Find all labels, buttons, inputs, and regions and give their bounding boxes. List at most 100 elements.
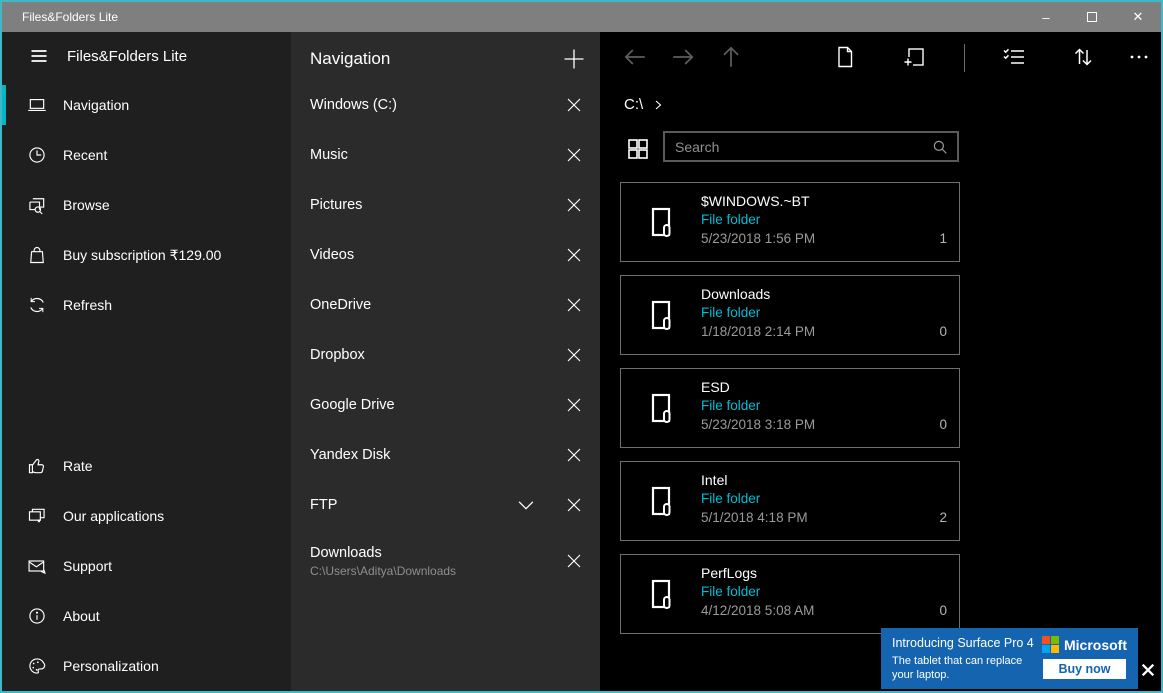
navigation-panel-title: Navigation [310, 49, 558, 69]
remove-nav-item-button[interactable] [558, 439, 590, 471]
sidebar-item-label: Navigation [63, 97, 129, 113]
nav-item-music[interactable]: Music [291, 130, 600, 180]
sidebar-item-personalization[interactable]: Personalization [2, 641, 291, 691]
new-file-button[interactable] [831, 43, 859, 71]
new-folder-button[interactable] [900, 43, 928, 71]
remove-nav-item-button[interactable] [558, 189, 590, 221]
minimize-button[interactable]: – [1023, 2, 1069, 32]
sidebar-item-browse[interactable]: Browse [2, 180, 291, 230]
hamburger-menu-button[interactable] [27, 40, 51, 72]
apps-icon [27, 506, 47, 526]
search-box [663, 131, 959, 162]
nav-item-downloads[interactable]: Downloads C:\Users\Aditya\Downloads [291, 530, 600, 592]
file-date: 1/18/2018 2:14 PM [701, 324, 815, 339]
remove-nav-item-button[interactable] [558, 389, 590, 421]
info-icon [27, 606, 47, 626]
search-icon[interactable] [931, 138, 957, 156]
file-type: File folder [701, 212, 760, 227]
nav-item-videos[interactable]: Videos [291, 230, 600, 280]
multi-select-button[interactable] [1000, 43, 1028, 71]
sidebar-item-about[interactable]: About [2, 591, 291, 641]
app-window: Files&Folders Lite – ✕ Files&Folders Lit… [0, 0, 1163, 693]
file-row-perflogs[interactable]: PerfLogs File folder 4/12/2018 5:08 AM 0 [620, 554, 960, 634]
remove-nav-item-button[interactable] [558, 239, 590, 271]
nav-item-name: Downloads [310, 545, 558, 561]
file-row-downloads[interactable]: Downloads File folder 1/18/2018 2:14 PM … [620, 275, 960, 355]
forward-button[interactable] [669, 43, 697, 71]
close-icon [565, 496, 583, 514]
file-row-esd[interactable]: ESD File folder 5/23/2018 3:18 PM 0 [620, 368, 960, 448]
sidebar-item-recent[interactable]: Recent [2, 130, 291, 180]
ad-close-button[interactable] [1140, 662, 1156, 678]
ad-banner[interactable]: Introducing Surface Pro 4 The tablet tha… [881, 628, 1138, 689]
sidebar-item-our-applications[interactable]: Our applications [2, 491, 291, 541]
remove-nav-item-button[interactable] [558, 139, 590, 171]
palette-icon [27, 656, 47, 676]
buy-now-button[interactable]: Buy now [1043, 659, 1125, 679]
close-button[interactable]: ✕ [1115, 2, 1161, 32]
remove-nav-item-button[interactable] [558, 545, 590, 577]
browse-icon [27, 195, 47, 215]
back-button[interactable] [621, 43, 649, 71]
nav-item-yandex-disk[interactable]: Yandex Disk [291, 430, 600, 480]
remove-nav-item-button[interactable] [558, 339, 590, 371]
remove-nav-item-button[interactable] [558, 289, 590, 321]
file-type: File folder [701, 491, 760, 506]
sidebar-item-label: About [63, 608, 100, 624]
nav-item-ftp[interactable]: FTP [291, 480, 600, 530]
nav-item-dropbox[interactable]: Dropbox [291, 330, 600, 380]
nav-item-pictures[interactable]: Pictures [291, 180, 600, 230]
file-type: File folder [701, 398, 760, 413]
chevron-right-icon [652, 99, 664, 111]
more-button[interactable] [1125, 43, 1153, 71]
folder-icon [650, 299, 674, 331]
sidebar-item-refresh[interactable]: Refresh [2, 280, 291, 330]
new-folder-icon [901, 44, 927, 70]
file-date: 5/23/2018 3:18 PM [701, 417, 815, 432]
maximize-button[interactable] [1069, 2, 1115, 32]
nav-item-path: C:\Users\Aditya\Downloads [310, 564, 558, 578]
microsoft-logo-icon [1042, 636, 1059, 653]
file-list: $WINDOWS.~BT File folder 5/23/2018 1:56 … [620, 182, 960, 647]
grid-view-icon [626, 137, 650, 161]
sidebar-item-rate[interactable]: Rate [2, 441, 291, 491]
expand-ftp-button[interactable] [510, 489, 542, 521]
breadcrumb-drive[interactable]: C:\ [624, 96, 643, 113]
back-icon [622, 44, 648, 70]
close-icon: ✕ [1133, 9, 1144, 25]
close-icon [565, 246, 583, 264]
folder-icon [650, 578, 674, 610]
nav-item-onedrive[interactable]: OneDrive [291, 280, 600, 330]
file-name: Intel [701, 472, 727, 488]
file-row-intel[interactable]: Intel File folder 5/1/2018 4:18 PM 2 [620, 461, 960, 541]
remove-nav-item-button[interactable] [558, 489, 590, 521]
grid-view-button[interactable] [622, 133, 654, 165]
sort-button[interactable] [1069, 43, 1097, 71]
nav-item-windows-c[interactable]: Windows (C:) [291, 80, 600, 130]
refresh-icon [27, 295, 47, 315]
sidebar-item-support[interactable]: Support [2, 541, 291, 591]
sidebar-item-label: Browse [63, 197, 110, 213]
minimize-icon: – [1042, 10, 1049, 25]
close-icon [565, 446, 583, 464]
remove-nav-item-button[interactable] [558, 89, 590, 121]
file-row-windows-bt[interactable]: $WINDOWS.~BT File folder 5/23/2018 1:56 … [620, 182, 960, 262]
navigation-panel-header: Navigation [291, 32, 600, 80]
microsoft-wordmark: Microsoft [1064, 637, 1127, 653]
breadcrumb[interactable]: C:\ [624, 96, 664, 113]
forward-icon [670, 44, 696, 70]
close-icon [565, 346, 583, 364]
multi-select-icon [1001, 44, 1027, 70]
search-input[interactable] [665, 139, 931, 155]
sidebar-item-buy-subscription[interactable]: Buy subscription ₹129.00 [2, 230, 291, 280]
up-arrow-icon [718, 44, 744, 70]
title-bar: Files&Folders Lite – ✕ [2, 2, 1161, 32]
add-location-button[interactable] [558, 43, 590, 75]
sidebar-item-navigation[interactable]: Navigation [2, 80, 291, 130]
sidebar-app-title: Files&Folders Lite [67, 48, 187, 65]
up-button[interactable] [717, 43, 745, 71]
folder-icon [650, 485, 674, 517]
close-icon [565, 396, 583, 414]
nav-item-google-drive[interactable]: Google Drive [291, 380, 600, 430]
file-item-count: 0 [939, 603, 947, 618]
